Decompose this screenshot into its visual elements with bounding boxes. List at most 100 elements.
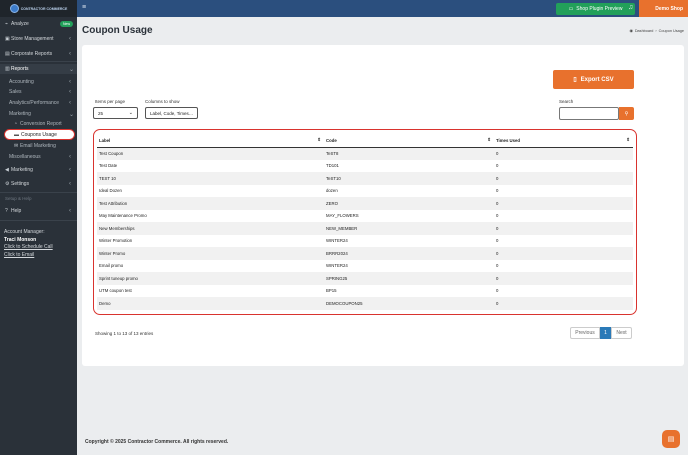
sidebar-item-label: Help [11, 208, 22, 214]
bell-icon[interactable]: ♫ [628, 4, 633, 11]
sidebar-item-settings[interactable]: ⚙ Settings ‹ [0, 179, 77, 189]
file-icon: ▯ [573, 77, 577, 83]
chevron-left-icon: ‹ [69, 100, 71, 106]
sidebar-item-label: Settings [11, 181, 30, 187]
sidebar-item-conversion-report[interactable]: ◔ Conversion Report [0, 119, 77, 129]
cell-code: BRRR2024 [324, 247, 494, 260]
sidebar-item-analytics[interactable]: Analytics/Performance ‹ [0, 98, 77, 108]
items-per-page-value: 25 [98, 110, 104, 116]
section-label-setup: Setup & Help [5, 196, 32, 201]
cell-code: TeST8 [324, 147, 494, 160]
cell-times-used: 0 [496, 288, 499, 294]
breadcrumb-dashboard[interactable]: Dashboard [635, 29, 654, 33]
sidebar-item-store-management[interactable]: ▣ Store Management ‹ [0, 34, 77, 44]
cell-times-used: 0 [494, 172, 633, 185]
sidebar-item-label: Marketing [9, 111, 31, 117]
sidebar-item-analyze[interactable]: ⌁ Analyze New [0, 19, 77, 29]
sidebar-item-corporate-reports[interactable]: ▤ Corporate Reports ‹ [0, 49, 77, 59]
sidebar-item-label: Analytics/Performance [9, 100, 60, 106]
chat-icon: ▤ [667, 436, 675, 443]
dashboard-icon: ◉ [629, 29, 633, 33]
sidebar-item-reports[interactable]: ▥ Reports ⌄ [0, 64, 77, 74]
chevron-left-icon: ‹ [69, 181, 71, 187]
shop-plugin-preview-button[interactable]: ▭ Shop Plugin Preview [556, 3, 635, 15]
table-row: Winter Promo BRRR2024 0 [97, 247, 633, 260]
chevron-right-icon: › [655, 28, 657, 33]
logo-text: CONTRACTOR COMMERCE [20, 6, 68, 11]
chevron-down-icon: ⌄ [128, 110, 133, 116]
divider [0, 61, 77, 62]
cell-times-used: 0 [494, 197, 633, 210]
sidebar-item-marketing[interactable]: ◀ Marketing ‹ [0, 165, 77, 175]
sidebar-item-label: Analyze [11, 21, 29, 27]
cell-code: NEW_MEMBER [324, 222, 494, 235]
cell-label: Winter Promo [97, 247, 324, 260]
top-bar: ≡ ▭ Shop Plugin Preview ♫ Demo Shop [77, 0, 688, 17]
sort-icon: ⇕ [626, 137, 630, 142]
chevron-left-icon: ‹ [69, 51, 71, 57]
items-per-page-select[interactable]: 25 ⌄ [93, 107, 138, 119]
account-manager: Account Manager: Traci Monson Click to S… [4, 229, 53, 259]
sidebar-item-marketing-reports[interactable]: Marketing ⌄ [0, 109, 77, 119]
search-input[interactable] [559, 107, 619, 120]
chat-button[interactable]: ▤ [662, 430, 680, 448]
sidebar-item-label: Coupons Usage [21, 131, 57, 138]
sidebar-item-accounting[interactable]: Accounting ‹ [0, 77, 77, 87]
cell-label: New Memberships [97, 222, 324, 235]
page-1-button[interactable]: 1 [600, 327, 611, 339]
search-label: Search [559, 99, 574, 104]
previous-page-button[interactable]: Previous [570, 327, 600, 339]
table-row: Winter Promotion WINTER24 0 [97, 235, 633, 248]
cell-times-used: 0 [494, 247, 633, 260]
table-row: Ideal Dozen dozen 0 [97, 185, 633, 198]
new-badge: New [59, 21, 73, 27]
sidebar-item-label: Marketing [11, 167, 33, 173]
column-header-times-used[interactable]: Times Used ⇕ [494, 134, 633, 148]
column-header-code[interactable]: Code ⇕ [324, 134, 494, 148]
table-row: May Maintenance Promo MAY_FLOWERS 0 [97, 210, 633, 223]
sidebar-item-label: Email Marketing [20, 143, 56, 149]
divider [0, 192, 77, 193]
chevron-left-icon: ‹ [69, 79, 71, 85]
table-row: UTM coupon test BP15 0 [97, 285, 633, 298]
brand-logo[interactable]: CONTRACTOR COMMERCE [0, 0, 77, 17]
sidebar-item-label: Reports [11, 66, 29, 72]
cell-code: DEMOCOUPON25 [324, 297, 494, 310]
chevron-down-icon: ⌄ [69, 66, 75, 73]
schedule-call-link[interactable]: Click to Schedule Call [4, 244, 53, 252]
cell-label: Test Coupon [97, 147, 324, 160]
chevron-left-icon: ‹ [69, 36, 71, 42]
sidebar: CONTRACTOR COMMERCE ⌁ Analyze New ▣ Stor… [0, 0, 77, 455]
table-row: Sprint tuneup promo SPRING25 0 [97, 272, 633, 285]
email-link[interactable]: Click to Email [4, 252, 53, 260]
sidebar-item-email-marketing[interactable]: ✉ Email Marketing [0, 141, 77, 151]
search-button[interactable]: ⚲ [619, 107, 634, 120]
chevron-down-icon: ⌄ [69, 111, 75, 118]
export-csv-button[interactable]: ▯ Export CSV [553, 70, 634, 89]
sidebar-item-sales[interactable]: Sales ‹ [0, 87, 77, 97]
columns-select[interactable]: Label, Code, Times… [145, 107, 198, 119]
pagination: Previous 1 Next [570, 327, 632, 339]
cell-code: SPRING25 [324, 272, 494, 285]
column-header-label[interactable]: Label ⇕ [97, 134, 324, 148]
cell-times-used: 0 [496, 163, 499, 169]
cell-code: BP15 [326, 288, 337, 294]
cell-label: Test Attribution [97, 197, 324, 210]
cell-times-used: 0 [496, 213, 499, 219]
sidebar-item-help[interactable]: ? Help ‹ [0, 206, 77, 216]
sidebar-item-miscellaneous[interactable]: Miscellaneous ‹ [0, 152, 77, 162]
cell-label: May Maintenance Promo [99, 213, 147, 219]
export-label: Export CSV [580, 76, 614, 83]
hamburger-menu-icon[interactable]: ≡ [82, 4, 86, 11]
chevron-left-icon: ‹ [69, 167, 71, 173]
cell-times-used: 0 [494, 222, 633, 235]
header-text: Code [326, 137, 337, 143]
footer-copyright: Copyright © 2025 Contractor Commerce. Al… [85, 439, 229, 445]
cell-code: MAY_FLOWERS [326, 213, 359, 219]
next-page-button[interactable]: Next [611, 327, 632, 339]
shop-selector[interactable]: Demo Shop [639, 0, 688, 17]
sidebar-item-coupons-usage[interactable]: ▬ Coupons Usage [4, 129, 75, 140]
table-header-row: Label ⇕ Code ⇕ Times Used ⇕ [97, 134, 633, 148]
entries-summary: Showing 1 to 13 of 13 entries [95, 331, 154, 336]
cell-code: dozen [326, 188, 338, 194]
